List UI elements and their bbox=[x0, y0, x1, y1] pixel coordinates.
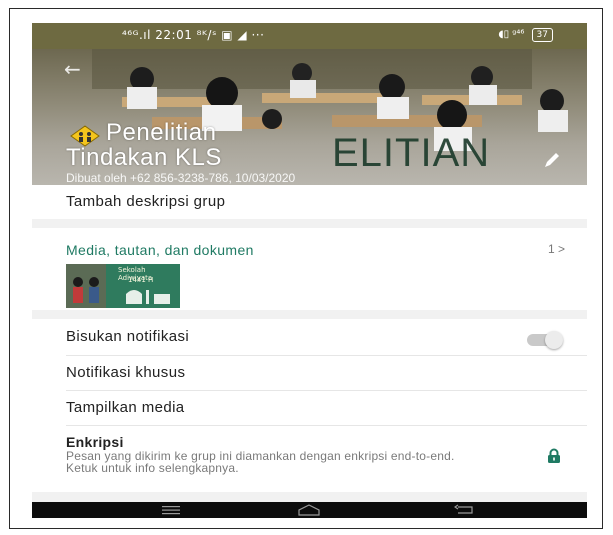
encryption-row[interactable]: Enkripsi Pesan yang dikirim ke grup ini … bbox=[32, 426, 587, 492]
back-arrow-icon[interactable]: ← bbox=[64, 57, 81, 81]
back-icon[interactable] bbox=[454, 504, 478, 516]
media-thumbnail[interactable]: Sekolah Adiwiyata 1441 H bbox=[66, 264, 180, 308]
mute-notifications-toggle[interactable] bbox=[527, 331, 563, 349]
home-icon[interactable] bbox=[296, 504, 322, 516]
screenshot-frame: ⁴⁶ᴳ.ıl 22:01 ⁸ᴷ/ˢ ▣ ◢ ··· ◖▯ ᵍ⁴⁶ 37 ← EL… bbox=[9, 8, 603, 529]
group-header: ← ELITIAN Penelitian Tindakan KLS Dibuat… bbox=[32, 49, 587, 185]
battery-icon: 37 bbox=[531, 28, 553, 42]
add-description-row[interactable]: Tambah deskripsi grup bbox=[32, 185, 587, 219]
edit-pencil-icon[interactable] bbox=[543, 151, 561, 169]
custom-notifications-row[interactable]: Notifikasi khusus bbox=[32, 356, 587, 390]
show-media-row[interactable]: Tampilkan media bbox=[32, 391, 587, 425]
custom-notifications-label: Notifikasi khusus bbox=[66, 364, 186, 381]
background-banner-text: ELITIAN bbox=[332, 131, 491, 175]
toggle-knob bbox=[545, 331, 563, 349]
group-created-info: Dibuat oleh +62 856-3238-786, 10/03/2020 bbox=[66, 171, 296, 185]
mute-notifications-label: Bisukan notifikasi bbox=[66, 328, 190, 345]
add-description-label: Tambah deskripsi grup bbox=[66, 193, 226, 210]
encryption-description: Pesan yang dikirim ke grup ini diamankan… bbox=[66, 449, 455, 475]
menu-icon[interactable] bbox=[160, 504, 182, 516]
status-icons: ◖▯ ᵍ⁴⁶ bbox=[498, 29, 525, 40]
media-section[interactable]: Media, tautan, dan dokumen 1 > Sekolah A… bbox=[32, 228, 587, 310]
group-name-line2: Tindakan KLS bbox=[66, 144, 222, 171]
lock-icon bbox=[548, 448, 560, 463]
phone-screen: ⁴⁶ᴳ.ıl 22:01 ⁸ᴷ/ˢ ▣ ◢ ··· ◖▯ ᵍ⁴⁶ 37 ← EL… bbox=[32, 23, 587, 518]
status-right: ◖▯ ᵍ⁴⁶ 37 bbox=[498, 28, 553, 42]
status-left: ⁴⁶ᴳ.ıl 22:01 ⁸ᴷ/ˢ ▣ ◢ ··· bbox=[122, 28, 265, 42]
media-count[interactable]: 1 > bbox=[548, 242, 565, 256]
mute-notifications-row[interactable]: Bisukan notifikasi bbox=[32, 319, 587, 355]
navigation-bar bbox=[32, 502, 587, 518]
thumb-text-mid: 1441 H bbox=[128, 276, 154, 284]
status-bar: ⁴⁶ᴳ.ıl 22:01 ⁸ᴷ/ˢ ▣ ◢ ··· ◖▯ ᵍ⁴⁶ 37 bbox=[32, 23, 587, 49]
encryption-title: Enkripsi bbox=[66, 434, 124, 450]
group-name-line1: Penelitian bbox=[106, 119, 217, 146]
media-section-title: Media, tautan, dan dokumen bbox=[66, 242, 254, 258]
show-media-label: Tampilkan media bbox=[66, 399, 185, 416]
